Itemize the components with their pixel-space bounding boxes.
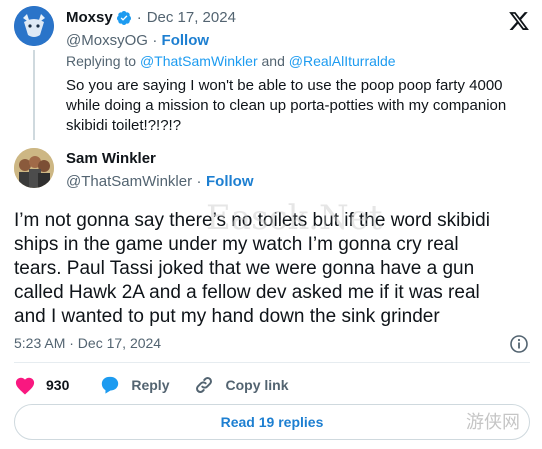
group-photo-avatar <box>14 148 54 188</box>
like-count: 930 <box>46 377 70 393</box>
x-logo-icon[interactable] <box>508 10 530 32</box>
mention-realaliturralde[interactable]: @RealAlIturralde <box>289 53 396 69</box>
main-text-line: called Hawk 2A and a fellow dev asked me… <box>14 282 480 303</box>
copy-link-button[interactable]: Copy link <box>193 375 289 395</box>
reply-author-name[interactable]: Moxsy <box>66 9 113 26</box>
follow-button-moxsy[interactable]: Follow <box>162 32 210 49</box>
reply-bubble-icon <box>102 376 119 394</box>
main-text-line: tears. Paul Tassi joked that we were gon… <box>14 258 475 279</box>
heart-icon <box>15 377 35 395</box>
thread-line <box>33 50 35 140</box>
avatar-moxsy[interactable] <box>14 6 54 46</box>
watermark-text: Easck.Net <box>206 198 383 238</box>
reply-handle[interactable]: @MoxsyOG <box>66 32 148 49</box>
main-handle[interactable]: @ThatSamWinkler <box>66 173 192 190</box>
reply-date[interactable]: Dec 17, 2024 <box>147 9 236 26</box>
reply-tweet-text: So you are saying I won't be able to use… <box>66 76 506 136</box>
like-button[interactable]: 930 <box>14 375 69 395</box>
replying-to-prefix: Replying to <box>66 53 140 69</box>
follow-button-sam-winkler[interactable]: Follow <box>206 173 254 190</box>
info-icon[interactable] <box>509 334 529 354</box>
reply-text-line: So you are saying I won't be able to use… <box>66 77 503 94</box>
avatar-sam-winkler[interactable] <box>14 148 54 188</box>
divider <box>14 362 530 363</box>
main-author-name[interactable]: Sam Winkler <box>66 150 156 167</box>
fox-avatar-image <box>14 6 54 46</box>
read-replies-button[interactable]: Read 19 replies <box>14 404 530 440</box>
copy-link-label: Copy link <box>225 377 289 393</box>
main-timestamp[interactable]: 5:23 AM · Dec 17, 2024 <box>14 335 161 351</box>
verified-badge-icon <box>116 10 131 25</box>
reply-text-line: while doing a mission to clean up porta-… <box>66 97 507 114</box>
dot-separator: · <box>196 173 202 190</box>
mention-samwinkler[interactable]: @ThatSamWinkler <box>140 53 258 69</box>
replying-to-line: Replying to @ThatSamWinkler and @RealAlI… <box>66 53 396 69</box>
link-icon <box>196 377 213 393</box>
dot-separator: · <box>136 9 142 26</box>
reply-button[interactable]: Reply <box>99 375 169 395</box>
reply-text-line: skibidi toilet!?!?!? <box>66 117 182 134</box>
corner-watermark: 游侠网 <box>466 412 520 433</box>
main-text-line: and I wanted to put my hand down the sin… <box>14 306 440 327</box>
reply-label: Reply <box>131 377 170 393</box>
replying-to-and: and <box>257 53 289 69</box>
dot-separator: · <box>152 32 162 49</box>
read-replies-label: Read 19 replies <box>220 414 324 430</box>
